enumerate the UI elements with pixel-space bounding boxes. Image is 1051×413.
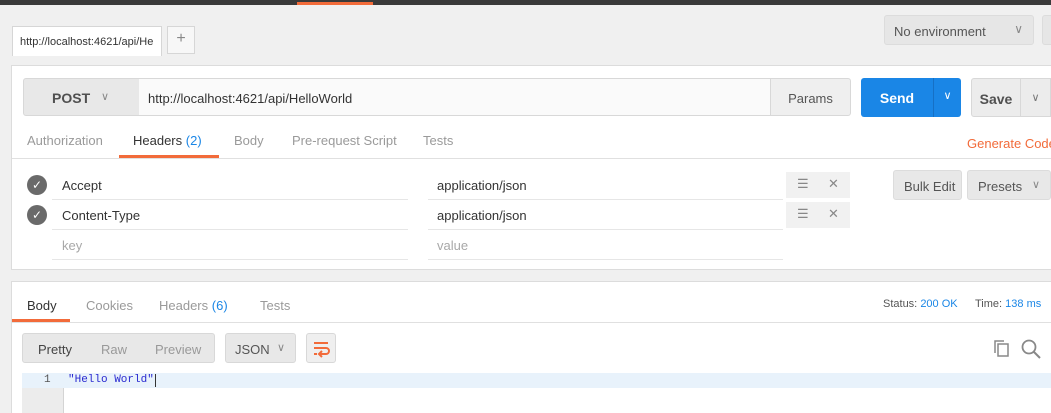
tab-response-tests[interactable]: Tests: [260, 298, 290, 313]
format-label: JSON: [235, 342, 270, 357]
drag-handle-icon[interactable]: ☰: [797, 206, 809, 222]
tab-tests[interactable]: Tests: [423, 133, 453, 148]
tab-authorization[interactable]: Authorization: [27, 133, 103, 148]
chevron-down-icon: ∨: [1031, 179, 1040, 191]
active-line-highlight: [22, 373, 1051, 388]
top-bar-accent: [297, 2, 373, 5]
status-readout: Status: 200 OK: [883, 298, 958, 310]
url-input[interactable]: http://localhost:4621/api/HelloWorld: [139, 78, 771, 116]
generate-code-link[interactable]: Generate Code: [967, 136, 1051, 151]
search-icon[interactable]: [1020, 338, 1042, 360]
time-value: 138 ms: [1005, 298, 1042, 310]
header-key-input[interactable]: key: [62, 238, 82, 253]
view-pretty-button[interactable]: Pretty: [38, 342, 72, 357]
tab-response-headers[interactable]: Headers (6): [159, 298, 228, 313]
environment-select[interactable]: No environment ∨: [884, 15, 1034, 45]
header-row-actions: ☰ ✕: [786, 172, 850, 198]
view-preview-button[interactable]: Preview: [155, 342, 201, 357]
chevron-down-icon: ∨: [276, 342, 285, 354]
header-key[interactable]: Content-Type: [62, 208, 140, 223]
save-button[interactable]: Save: [971, 78, 1021, 117]
chevron-down-icon: ∨: [1014, 22, 1023, 36]
tab-response-cookies[interactable]: Cookies: [86, 298, 133, 313]
drag-handle-icon[interactable]: ☰: [797, 176, 809, 192]
presets-label: Presets: [978, 179, 1023, 194]
wrap-icon: [314, 342, 330, 358]
tab-body[interactable]: Body: [234, 133, 264, 148]
text-caret: [155, 374, 156, 387]
row-divider: [52, 259, 408, 260]
environment-label: No environment: [894, 24, 986, 39]
presets-dropdown[interactable]: Presets ∨: [967, 170, 1051, 200]
chevron-down-icon: ∨: [943, 90, 952, 102]
copy-icon[interactable]: [992, 339, 1012, 359]
method-label: POST: [52, 90, 91, 106]
line-number: 1: [44, 374, 51, 386]
row-divider: [428, 199, 783, 200]
row-divider: [428, 229, 783, 230]
time-readout: Time: 138 ms: [975, 298, 1042, 310]
row-divider: [52, 199, 408, 200]
tab-response-body[interactable]: Body: [27, 298, 57, 313]
chevron-down-icon: ∨: [100, 91, 109, 103]
bulk-edit-button[interactable]: Bulk Edit: [893, 170, 962, 200]
divider: [12, 322, 1051, 323]
format-select[interactable]: JSON ∨: [225, 333, 296, 363]
headers-count: (2): [185, 133, 202, 148]
row-divider: [52, 229, 408, 230]
tab-headers[interactable]: Headers (2): [133, 133, 202, 148]
row-divider: [428, 259, 783, 260]
checkmark-icon[interactable]: ✓: [27, 205, 47, 225]
response-headers-count: (6): [211, 298, 228, 313]
chevron-down-icon: ∨: [1031, 92, 1040, 104]
divider: [12, 158, 1051, 159]
wrap-lines-button[interactable]: [306, 333, 336, 363]
header-value[interactable]: application/json: [437, 208, 527, 223]
close-icon[interactable]: ✕: [828, 206, 839, 222]
method-select[interactable]: POST ∨: [23, 78, 140, 116]
close-icon[interactable]: ✕: [828, 176, 839, 192]
header-key[interactable]: Accept: [62, 178, 102, 193]
status-badge: 200 OK: [920, 298, 958, 310]
send-button[interactable]: Send: [861, 78, 933, 117]
header-value[interactable]: application/json: [437, 178, 527, 193]
response-body-text[interactable]: "Hello World": [68, 374, 154, 386]
view-raw-button[interactable]: Raw: [101, 342, 127, 357]
header-value-input[interactable]: value: [437, 238, 468, 253]
top-bar: [0, 0, 1051, 5]
view-mode-group: Pretty Raw Preview: [22, 333, 215, 363]
send-dropdown-button[interactable]: ∨: [933, 78, 961, 117]
checkmark-icon[interactable]: ✓: [27, 175, 47, 195]
request-tab[interactable]: http://localhost:4621/api/He: [12, 26, 162, 56]
params-button[interactable]: Params: [770, 78, 851, 116]
save-dropdown-button[interactable]: ∨: [1020, 78, 1051, 117]
header-row-actions: ☰ ✕: [786, 202, 850, 228]
environment-quick-look-button[interactable]: [1042, 15, 1051, 45]
add-tab-button[interactable]: +: [167, 26, 195, 54]
tab-pre-request-script[interactable]: Pre-request Script: [292, 133, 397, 148]
